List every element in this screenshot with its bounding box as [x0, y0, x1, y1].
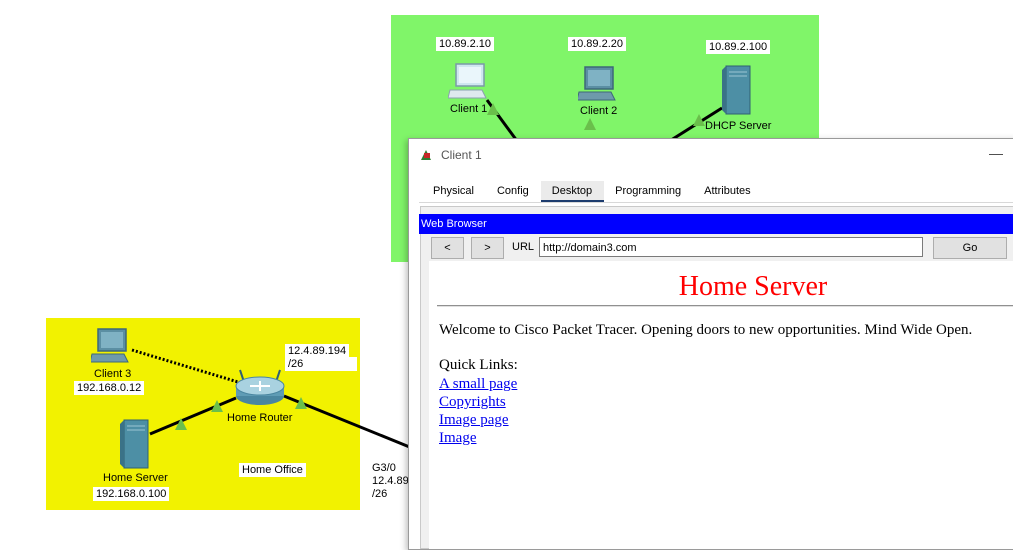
dhcp-server-label: DHCP Server [705, 120, 772, 132]
browser-page: Home Server Welcome to Cisco Packet Trac… [429, 261, 1013, 549]
page-heading: Home Server [678, 271, 828, 302]
page-divider [437, 305, 1013, 307]
dhcp-server-ip-label: 10.89.2.100 [706, 40, 771, 54]
isp-interface-label: G3/0 [369, 461, 399, 475]
back-button[interactable]: < [431, 237, 464, 259]
client1-label: Client 1 [450, 103, 488, 115]
window-titlebar[interactable]: Client 1 — [409, 139, 1013, 171]
link-copyrights[interactable]: Copyrights [439, 393, 517, 411]
client1-window[interactable]: Client 1 — Physical Config Desktop Progr… [408, 138, 1013, 550]
tab-physical[interactable]: Physical [422, 181, 486, 203]
client2-label: Client 2 [580, 105, 618, 117]
window-title: Client 1 [441, 148, 482, 162]
tab-divider [419, 202, 1013, 203]
client3-label: Client 3 [94, 368, 132, 380]
tab-bar: Physical Config Desktop Programming Attr… [422, 181, 763, 203]
home-server-label: Home Server [103, 472, 168, 484]
home-router-label: Home Router [227, 412, 293, 424]
tab-programming[interactable]: Programming [604, 181, 693, 203]
quick-links-label: Quick Links: [439, 357, 518, 373]
router-icon[interactable] [234, 368, 286, 408]
client2-ip-label: 10.89.2.20 [568, 37, 626, 51]
router-wan-ip-label: 12.4.89.194 [285, 344, 350, 358]
forward-button[interactable]: > [471, 237, 504, 259]
wireless-client3 [131, 348, 239, 384]
pc-icon[interactable] [448, 62, 488, 100]
web-browser-titlebar: Web Browser [419, 214, 1013, 234]
packet-tracer-icon [421, 150, 431, 160]
server-icon[interactable] [720, 64, 754, 116]
isp-ip-label: 12.4.89 [369, 474, 412, 488]
home-server-ip-label: 192.168.0.100 [93, 487, 170, 501]
link-light [584, 118, 596, 130]
url-input[interactable]: http://domain3.com [539, 237, 923, 257]
url-label: URL [512, 241, 535, 253]
router-wan-mask-label: /26 [285, 357, 357, 371]
link-image[interactable]: Image [439, 429, 517, 447]
tab-desktop[interactable]: Desktop [540, 181, 605, 203]
isp-mask-label: /26 [369, 487, 391, 501]
server-icon[interactable] [118, 418, 152, 470]
pc-icon[interactable] [578, 65, 618, 103]
tab-config[interactable]: Config [486, 181, 541, 203]
link-small-page[interactable]: A small page [439, 375, 517, 393]
welcome-text: Welcome to Cisco Packet Tracer. Opening … [439, 322, 973, 338]
link-image-page[interactable]: Image page [439, 411, 517, 429]
browser-nav-row: < > URL http://domain3.com Go [429, 237, 1013, 259]
pc-icon[interactable] [91, 327, 131, 365]
minimize-button[interactable]: — [989, 145, 1003, 161]
client3-ip-label: 192.168.0.12 [74, 381, 145, 395]
go-button[interactable]: Go [933, 237, 1007, 259]
quick-links-list: A small page Copyrights Image page Image [439, 375, 517, 447]
tab-attributes[interactable]: Attributes [693, 181, 762, 203]
home-office-area-label: Home Office [239, 463, 306, 477]
link-light [211, 400, 223, 412]
client1-ip-label: 10.89.2.10 [436, 37, 494, 51]
